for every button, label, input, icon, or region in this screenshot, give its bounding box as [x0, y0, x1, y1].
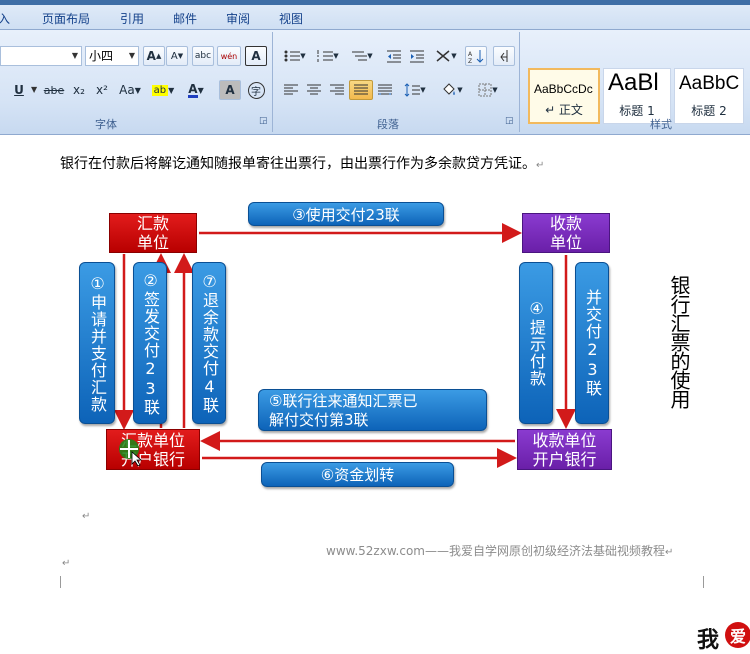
step-5-label: ⑤联行往来通知汇票已 解付交付第3联	[258, 389, 487, 431]
page-margin-marker	[703, 576, 704, 588]
step-1-label: ①申请并支付汇款	[79, 262, 115, 424]
node-payee-bank: 收款单位 开户银行	[517, 429, 612, 470]
step-4b-label: 并交付23联	[575, 262, 609, 424]
footer-credit: www.52zxw.com——我爱自学网原创初级经济法基础视频教程↵	[326, 544, 674, 558]
move-cursor-icon	[119, 439, 143, 466]
node-remitter: 汇款 单位	[109, 213, 197, 253]
empty-paragraph-mark: ↵	[62, 558, 71, 569]
node-payee: 收款 单位	[522, 213, 610, 253]
step-7-label: ⑦退余款交付4联	[192, 262, 226, 424]
side-title: 银行汇票的使用	[667, 275, 691, 408]
page-margin-marker	[60, 576, 61, 588]
step-2-label: ②签发交付23联	[133, 262, 167, 424]
step-6-label: ⑥资金划转	[261, 462, 454, 487]
site-logo: 我 爱	[695, 620, 750, 653]
step-4-label: ④提示付款	[519, 262, 553, 424]
empty-paragraph-mark: ↵	[82, 511, 91, 522]
step-3-label: ③使用交付23联	[248, 202, 444, 226]
